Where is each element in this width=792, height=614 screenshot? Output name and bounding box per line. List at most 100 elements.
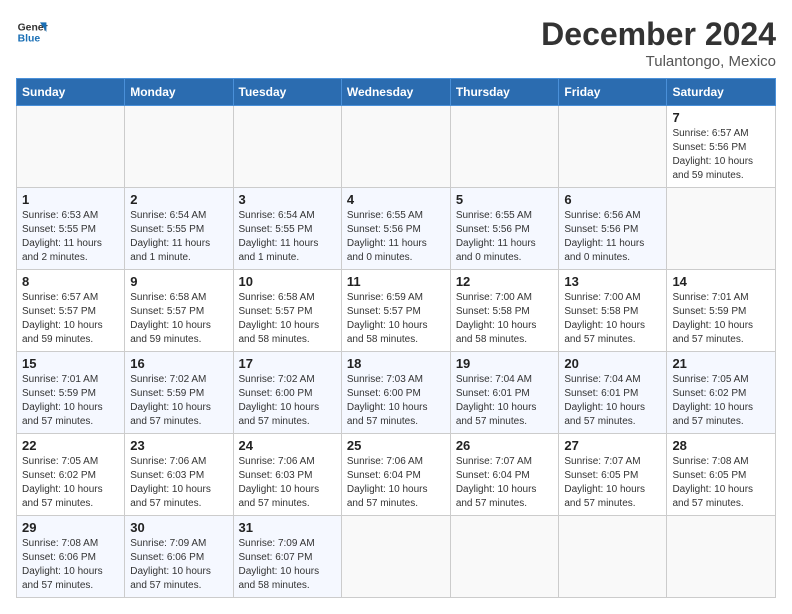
day-number: 16 <box>130 356 227 371</box>
day-info: Sunrise: 7:09 AMSunset: 6:07 PMDaylight:… <box>239 537 336 593</box>
weekday-header-saturday: Saturday <box>667 79 776 106</box>
calendar-week-3: 8 Sunrise: 6:57 AMSunset: 5:57 PMDaylight… <box>17 270 776 352</box>
day-number: 8 <box>22 274 119 289</box>
calendar-cell: 12 Sunrise: 7:00 AMSunset: 5:58 PMDayligh… <box>450 270 559 352</box>
day-number: 30 <box>130 520 227 535</box>
calendar-cell: 18 Sunrise: 7:03 AMSunset: 6:00 PMDayligh… <box>341 352 450 434</box>
day-number: 14 <box>672 274 770 289</box>
day-info: Sunrise: 7:01 AMSunset: 5:59 PMDaylight:… <box>672 291 770 347</box>
day-number: 20 <box>564 356 661 371</box>
calendar-cell <box>559 106 667 188</box>
day-number: 11 <box>347 274 445 289</box>
day-info: Sunrise: 7:05 AMSunset: 6:02 PMDaylight:… <box>22 455 119 511</box>
day-info: Sunrise: 7:02 AMSunset: 6:00 PMDaylight:… <box>239 373 336 429</box>
calendar-cell: 16Sunrise: 7:02 AMSunset: 5:59 PMDayligh… <box>125 352 233 434</box>
weekday-header-monday: Monday <box>125 79 233 106</box>
day-info: Sunrise: 6:54 AMSunset: 5:55 PMDaylight:… <box>239 209 336 265</box>
day-info: Sunrise: 7:07 AMSunset: 6:05 PMDaylight:… <box>564 455 661 511</box>
calendar-week-6: 29 Sunrise: 7:08 AMSunset: 6:06 PMDayligh… <box>17 516 776 598</box>
calendar-cell: 17 Sunrise: 7:02 AMSunset: 6:00 PMDayligh… <box>233 352 341 434</box>
day-number: 25 <box>347 438 445 453</box>
day-number: 31 <box>239 520 336 535</box>
calendar-cell <box>667 516 776 598</box>
day-info: Sunrise: 7:03 AMSunset: 6:00 PMDaylight:… <box>347 373 445 429</box>
calendar-cell: 4 Sunrise: 6:55 AMSunset: 5:56 PMDaylight… <box>341 188 450 270</box>
day-number: 9 <box>130 274 227 289</box>
day-info: Sunrise: 6:55 AMSunset: 5:56 PMDaylight:… <box>347 209 445 265</box>
weekday-header-row: SundayMondayTuesdayWednesdayThursdayFrid… <box>17 79 776 106</box>
day-info: Sunrise: 7:06 AMSunset: 6:04 PMDaylight:… <box>347 455 445 511</box>
calendar-cell: 8 Sunrise: 6:57 AMSunset: 5:57 PMDaylight… <box>17 270 125 352</box>
calendar-cell: 30Sunrise: 7:09 AMSunset: 6:06 PMDayligh… <box>125 516 233 598</box>
day-info: Sunrise: 7:06 AMSunset: 6:03 PMDaylight:… <box>239 455 336 511</box>
weekday-header-tuesday: Tuesday <box>233 79 341 106</box>
calendar-table: SundayMondayTuesdayWednesdayThursdayFrid… <box>16 78 776 598</box>
calendar-cell <box>17 106 125 188</box>
day-info: Sunrise: 7:04 AMSunset: 6:01 PMDaylight:… <box>456 373 554 429</box>
calendar-cell <box>450 516 559 598</box>
logo-icon: General Blue <box>16 16 48 48</box>
weekday-header-friday: Friday <box>559 79 667 106</box>
day-info: Sunrise: 6:54 AMSunset: 5:55 PMDaylight:… <box>130 209 227 265</box>
day-info: Sunrise: 7:01 AMSunset: 5:59 PMDaylight:… <box>22 373 119 429</box>
day-info: Sunrise: 7:04 AMSunset: 6:01 PMDaylight:… <box>564 373 661 429</box>
day-info: Sunrise: 6:58 AMSunset: 5:57 PMDaylight:… <box>239 291 336 347</box>
calendar-cell: 26Sunrise: 7:07 AMSunset: 6:04 PMDayligh… <box>450 434 559 516</box>
calendar-cell: 6Sunrise: 6:56 AMSunset: 5:56 PMDaylight… <box>559 188 667 270</box>
day-number: 26 <box>456 438 554 453</box>
logo: General Blue <box>16 16 48 48</box>
day-info: Sunrise: 6:53 AMSunset: 5:55 PMDaylight:… <box>22 209 119 265</box>
day-info: Sunrise: 7:00 AMSunset: 5:58 PMDaylight:… <box>564 291 661 347</box>
calendar-cell: 19 Sunrise: 7:04 AMSunset: 6:01 PMDayligh… <box>450 352 559 434</box>
calendar-cell: 29 Sunrise: 7:08 AMSunset: 6:06 PMDayligh… <box>17 516 125 598</box>
day-number: 27 <box>564 438 661 453</box>
calendar-cell <box>341 516 450 598</box>
calendar-cell: 15 Sunrise: 7:01 AMSunset: 5:59 PMDayligh… <box>17 352 125 434</box>
calendar-cell <box>559 516 667 598</box>
weekday-header-sunday: Sunday <box>17 79 125 106</box>
calendar-week-4: 15 Sunrise: 7:01 AMSunset: 5:59 PMDayligh… <box>17 352 776 434</box>
calendar-cell: 3Sunrise: 6:54 AMSunset: 5:55 PMDaylight… <box>233 188 341 270</box>
day-info: Sunrise: 7:05 AMSunset: 6:02 PMDaylight:… <box>672 373 770 429</box>
day-number: 18 <box>347 356 445 371</box>
calendar-cell: 13Sunrise: 7:00 AMSunset: 5:58 PMDayligh… <box>559 270 667 352</box>
calendar-cell: 1 Sunrise: 6:53 AMSunset: 5:55 PMDaylight… <box>17 188 125 270</box>
day-number: 17 <box>239 356 336 371</box>
calendar-week-1: 7Sunrise: 6:57 AMSunset: 5:56 PMDaylight… <box>17 106 776 188</box>
day-info: Sunrise: 6:55 AMSunset: 5:56 PMDaylight:… <box>456 209 554 265</box>
calendar-cell: 21Sunrise: 7:05 AMSunset: 6:02 PMDayligh… <box>667 352 776 434</box>
calendar-cell: 27 Sunrise: 7:07 AMSunset: 6:05 PMDayligh… <box>559 434 667 516</box>
day-number: 2 <box>130 192 227 207</box>
month-title: December 2024 <box>541 16 776 53</box>
calendar-cell: 20 Sunrise: 7:04 AMSunset: 6:01 PMDayligh… <box>559 352 667 434</box>
day-info: Sunrise: 6:58 AMSunset: 5:57 PMDaylight:… <box>130 291 227 347</box>
calendar-cell: 9 Sunrise: 6:58 AMSunset: 5:57 PMDaylight… <box>125 270 233 352</box>
day-number: 15 <box>22 356 119 371</box>
day-number: 12 <box>456 274 554 289</box>
day-number: 1 <box>22 192 119 207</box>
calendar-cell <box>125 106 233 188</box>
day-number: 28 <box>672 438 770 453</box>
calendar-cell: 7Sunrise: 6:57 AMSunset: 5:56 PMDaylight… <box>667 106 776 188</box>
day-info: Sunrise: 6:56 AMSunset: 5:56 PMDaylight:… <box>564 209 661 265</box>
day-number: 19 <box>456 356 554 371</box>
day-info: Sunrise: 6:57 AMSunset: 5:57 PMDaylight:… <box>22 291 119 347</box>
day-number: 29 <box>22 520 119 535</box>
day-info: Sunrise: 7:06 AMSunset: 6:03 PMDaylight:… <box>130 455 227 511</box>
svg-text:Blue: Blue <box>18 34 41 45</box>
day-number: 24 <box>239 438 336 453</box>
day-number: 10 <box>239 274 336 289</box>
weekday-header-wednesday: Wednesday <box>341 79 450 106</box>
calendar-cell: 22Sunrise: 7:05 AMSunset: 6:02 PMDayligh… <box>17 434 125 516</box>
day-info: Sunrise: 6:59 AMSunset: 5:57 PMDaylight:… <box>347 291 445 347</box>
day-info: Sunrise: 7:00 AMSunset: 5:58 PMDaylight:… <box>456 291 554 347</box>
day-info: Sunrise: 7:08 AMSunset: 6:06 PMDaylight:… <box>22 537 119 593</box>
calendar-cell <box>341 106 450 188</box>
day-number: 4 <box>347 192 445 207</box>
calendar-cell <box>233 106 341 188</box>
calendar-week-5: 22Sunrise: 7:05 AMSunset: 6:02 PMDayligh… <box>17 434 776 516</box>
day-info: Sunrise: 7:08 AMSunset: 6:05 PMDaylight:… <box>672 455 770 511</box>
location: Tulantongo, Mexico <box>541 53 776 70</box>
title-block: December 2024 Tulantongo, Mexico <box>541 16 776 70</box>
calendar-week-2: 1 Sunrise: 6:53 AMSunset: 5:55 PMDaylight… <box>17 188 776 270</box>
